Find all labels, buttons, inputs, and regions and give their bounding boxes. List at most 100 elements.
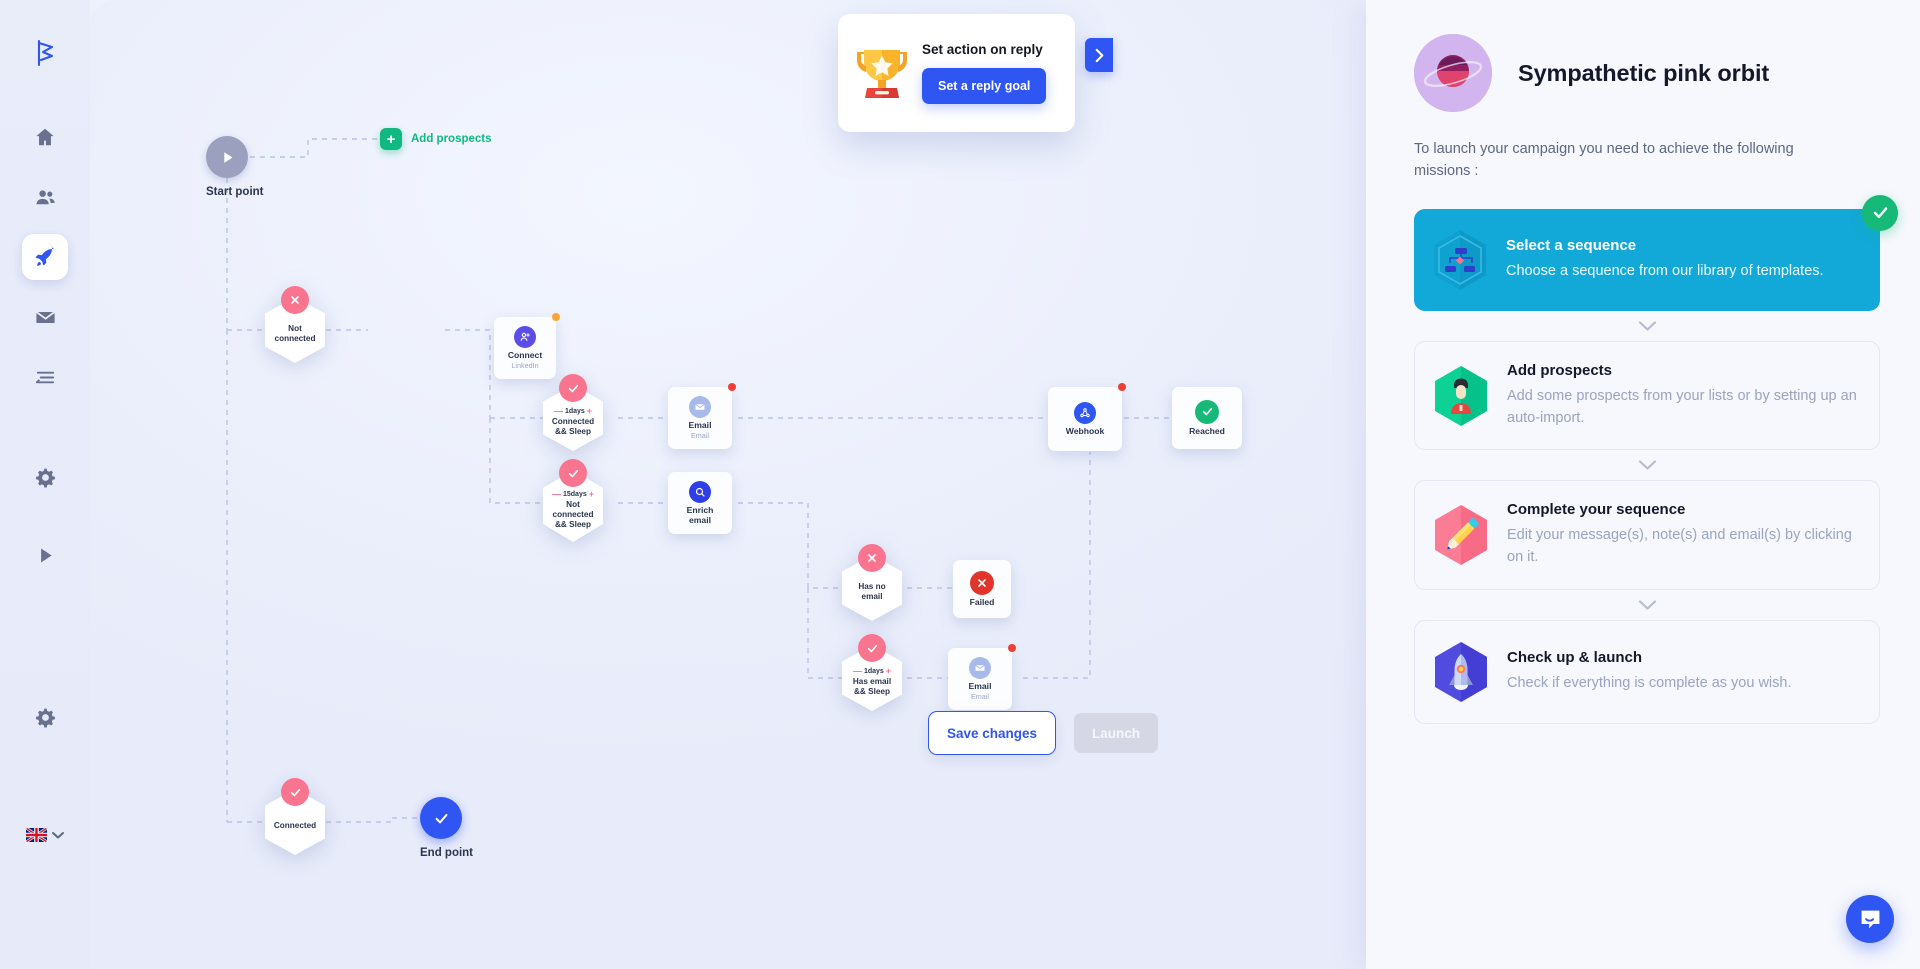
action-title: Email <box>969 682 992 692</box>
status-dot <box>552 313 560 321</box>
delay-stepper[interactable]: — 1days + <box>853 667 891 676</box>
delay-decrease[interactable]: — <box>554 407 563 416</box>
trophy-icon <box>854 40 910 107</box>
condition-label: Has email&& Sleep <box>853 677 891 697</box>
sidebar-item-reports[interactable] <box>22 354 68 400</box>
app-root: Start point + Add prospects Notconnected <box>0 0 1920 969</box>
action-title: Reached <box>1189 427 1225 437</box>
delay-increase[interactable]: + <box>587 407 592 416</box>
action-title: Email <box>689 421 712 431</box>
node-condition-has-email-and-sleep[interactable]: — 1days + Has email&& Sleep <box>842 645 902 711</box>
check-icon <box>281 778 309 806</box>
panel-intro: To launch your campaign you need to achi… <box>1414 138 1794 183</box>
chevron-right-icon <box>1093 48 1106 63</box>
status-dot <box>1118 383 1126 391</box>
delay-decrease[interactable]: — <box>552 490 561 499</box>
action-title: Failed <box>970 598 995 608</box>
node-start-point[interactable]: Start point <box>206 136 264 198</box>
mission-check-up-and-launch[interactable]: Check up & launch Check if everything is… <box>1414 620 1880 724</box>
sidebar-item-campaigns[interactable] <box>22 234 68 280</box>
condition-label: Connected&& Sleep <box>552 417 594 437</box>
envelope-icon <box>969 657 991 679</box>
sidebar-item-home[interactable] <box>22 114 68 160</box>
add-prospects-button[interactable]: + Add prospects <box>380 128 492 150</box>
launch-button[interactable]: Launch <box>1074 713 1158 753</box>
mission-title: Select a sequence <box>1506 237 1824 254</box>
lemlist-logo-icon[interactable] <box>22 30 68 76</box>
mission-title: Add prospects <box>1507 362 1861 379</box>
node-action-email-1[interactable]: Email Email <box>668 387 732 449</box>
node-condition-has-no-email[interactable]: Has noemail <box>842 555 902 621</box>
delay-stepper[interactable]: — 15days + <box>552 490 594 499</box>
collapse-panel-button[interactable] <box>1085 38 1113 72</box>
end-point-circle[interactable] <box>420 797 462 839</box>
node-end-point[interactable]: End point <box>420 797 473 859</box>
condition-label: Notconnected&& Sleep <box>553 500 594 530</box>
node-condition-connected[interactable]: Connected <box>265 789 325 855</box>
check-icon <box>559 374 587 402</box>
sidebar-item-inbox[interactable] <box>22 294 68 340</box>
left-nav-rail <box>0 0 90 969</box>
sidebar-item-tutorials[interactable] <box>22 532 68 578</box>
check-icon <box>559 459 587 487</box>
chevron-down-icon <box>1638 599 1657 611</box>
envelope-icon <box>34 306 57 329</box>
gear-icon <box>35 467 56 488</box>
add-prospects-label: Add prospects <box>411 133 492 145</box>
node-action-enrich-email[interactable]: Enrichemail <box>668 472 732 534</box>
uk-flag-icon <box>26 828 47 842</box>
set-reply-goal-button[interactable]: Set a reply goal <box>922 68 1046 104</box>
rocket-hex-icon <box>1433 641 1489 703</box>
mission-description: Add some prospects from your lists or by… <box>1507 386 1861 430</box>
mission-add-prospects[interactable]: Add prospects Add some prospects from yo… <box>1414 341 1880 451</box>
delay-increase[interactable]: + <box>589 490 594 499</box>
action-subtitle: LinkedIn <box>511 361 538 370</box>
delay-value: 1days <box>565 408 585 415</box>
node-condition-not-connected-and-sleep[interactable]: — 15days + Notconnected&& Sleep <box>543 470 603 542</box>
delay-increase[interactable]: + <box>886 667 891 676</box>
chat-launcher-button[interactable] <box>1846 895 1894 943</box>
rocket-icon <box>34 246 57 269</box>
mission-divider-chevron <box>1414 311 1880 341</box>
condition-label: Connected <box>274 821 316 831</box>
node-action-connect[interactable]: Connect LinkedIn <box>494 317 556 379</box>
delay-decrease[interactable]: — <box>853 667 862 676</box>
missions-panel: Sympathetic pink orbit To launch your ca… <box>1366 0 1920 969</box>
start-point-circle[interactable] <box>206 136 248 178</box>
people-icon <box>34 186 57 209</box>
sidebar-item-admin[interactable] <box>22 694 68 740</box>
node-condition-connected-and-sleep[interactable]: — 1days + Connected&& Sleep <box>543 385 603 451</box>
mission-description: Choose a sequence from our library of te… <box>1506 261 1824 283</box>
envelope-icon <box>689 396 711 418</box>
node-action-webhook[interactable]: Webhook <box>1048 387 1122 451</box>
mission-select-a-sequence[interactable]: Select a sequence Choose a sequence from… <box>1414 209 1880 311</box>
delay-stepper[interactable]: — 1days + <box>554 407 592 416</box>
chevron-down-icon <box>52 831 64 839</box>
webhook-icon <box>1074 402 1096 424</box>
save-changes-button[interactable]: Save changes <box>928 711 1056 755</box>
cross-icon <box>281 286 309 314</box>
action-title: Webhook <box>1066 427 1105 437</box>
node-action-email-2[interactable]: Email Email <box>948 648 1012 710</box>
sidebar-item-settings[interactable] <box>22 454 68 500</box>
mission-complete-your-sequence[interactable]: Complete your sequence Edit your message… <box>1414 480 1880 590</box>
condition-label: Notconnected <box>275 324 316 344</box>
action-title: Enrichemail <box>687 506 714 526</box>
action-subtitle: Email <box>691 431 709 440</box>
play-icon <box>35 545 56 566</box>
node-action-reached[interactable]: Reached <box>1172 387 1242 449</box>
language-selector[interactable] <box>26 828 64 842</box>
pencil-hex-icon <box>1433 504 1489 566</box>
delay-value: 15days <box>563 491 587 498</box>
chevron-down-icon <box>1638 320 1657 332</box>
condition-label: Has noemail <box>858 582 885 602</box>
campaign-actions: Save changes Launch <box>928 711 1158 755</box>
status-dot <box>1008 644 1016 652</box>
missions-list: Select a sequence Choose a sequence from… <box>1414 209 1880 724</box>
check-icon <box>1862 195 1898 231</box>
sidebar-item-leads[interactable] <box>22 174 68 220</box>
delay-value: 1days <box>864 668 884 675</box>
check-icon <box>433 810 450 827</box>
node-condition-not-connected[interactable]: Notconnected <box>265 297 325 363</box>
node-action-failed[interactable]: Failed <box>953 560 1011 618</box>
